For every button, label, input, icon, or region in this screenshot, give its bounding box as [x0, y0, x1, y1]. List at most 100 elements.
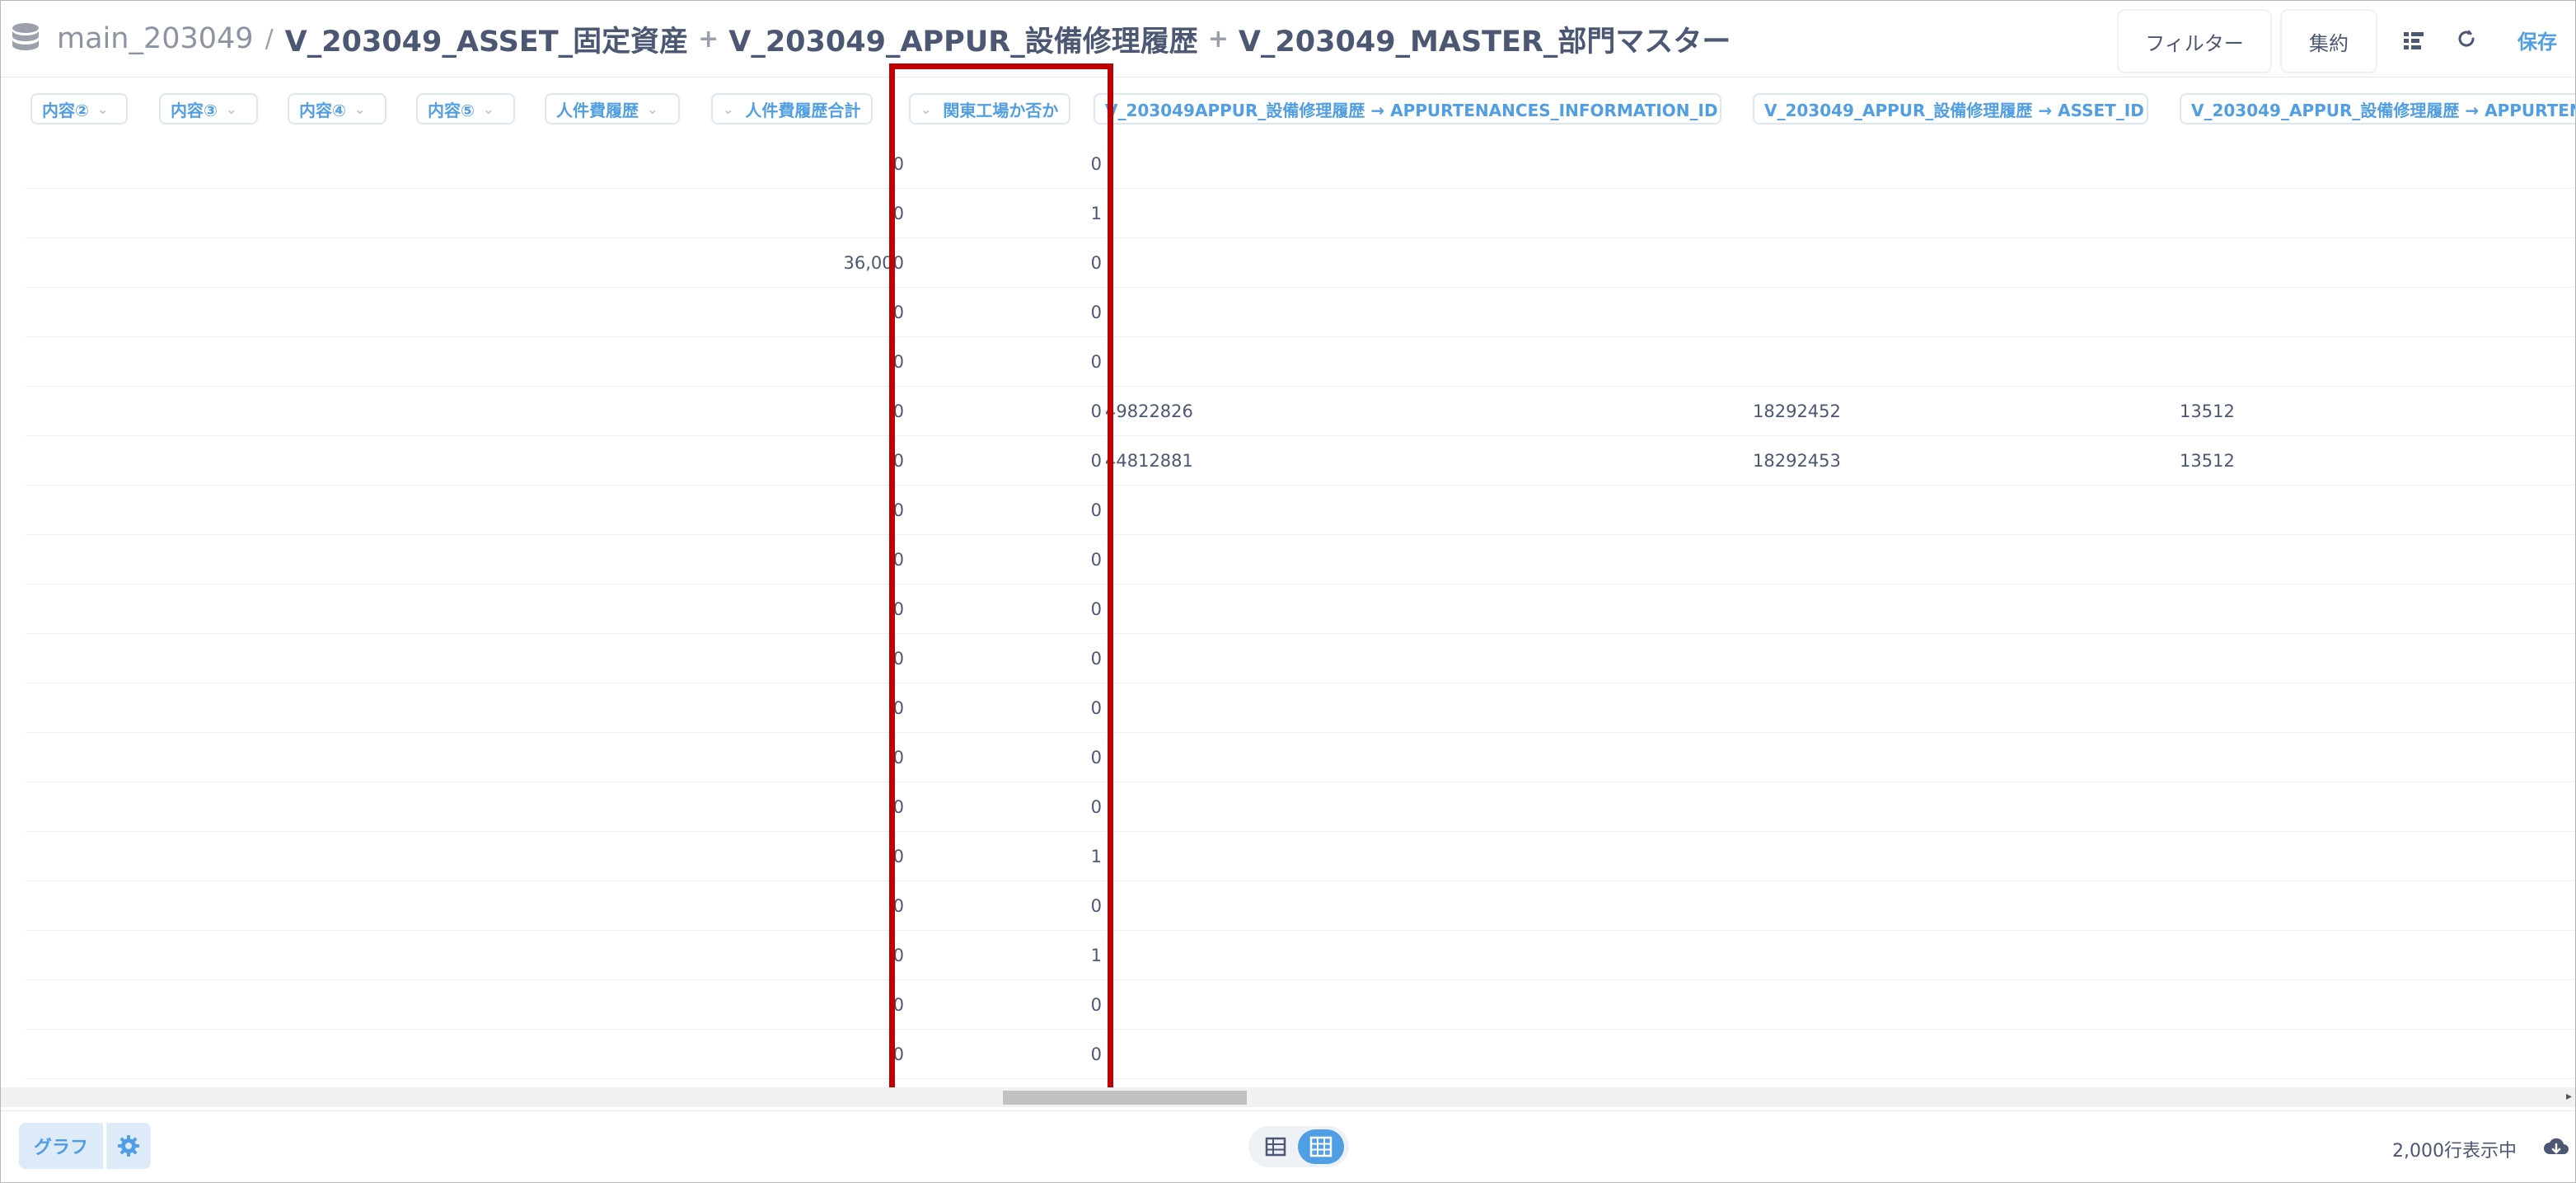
- summarize-button[interactable]: 集約: [2280, 9, 2377, 73]
- table-row: 0 1: [26, 832, 2575, 881]
- column-header[interactable]: V_203049_APPUR_設備修理履歴 → ASSET_ID⌄: [1753, 93, 2148, 124]
- table-icon[interactable]: [1257, 1131, 1295, 1162]
- chevron-down-icon: ⌄: [96, 101, 109, 117]
- cell-labor-cost-total[interactable]: 36,000: [808, 238, 904, 288]
- cell-kanto-factory[interactable]: 1: [1072, 931, 1102, 980]
- column-header-label: V_203049_APPUR_設備修理履歴 → ASSET_ID: [1764, 100, 2144, 120]
- scrollbar-thumb[interactable]: [1003, 1091, 1247, 1105]
- table-row: 0 0: [26, 980, 2575, 1030]
- cell-labor-cost-total[interactable]: 0: [808, 288, 904, 337]
- cell-asset-id[interactable]: 18292452: [1753, 387, 1841, 436]
- database-name-link[interactable]: main_203049: [57, 22, 254, 55]
- save-button[interactable]: 保存: [2517, 26, 2557, 54]
- cell-kanto-factory[interactable]: 0: [1072, 782, 1102, 832]
- column-header[interactable]: V_203049_APPUR_設備修理履歴 → APPURTENAN: [2180, 93, 2575, 124]
- table-name-appur[interactable]: V_203049_APPUR_設備修理履歴: [728, 18, 1197, 60]
- cell-asset-id[interactable]: 18292453: [1753, 436, 1841, 486]
- cell-labor-cost-total[interactable]: 0: [808, 486, 904, 535]
- breadcrumb-separator: /: [265, 24, 274, 54]
- chevron-down-icon: ⌄: [920, 101, 932, 117]
- table-name-asset[interactable]: V_203049_ASSET_固定資産: [285, 18, 688, 60]
- cell-labor-cost-total[interactable]: 0: [808, 782, 904, 832]
- query-builder-window: main_203049 / V_203049_ASSET_固定資産 + V_20…: [0, 0, 2576, 1183]
- table-row: 0 0: [26, 634, 2575, 683]
- cell-kanto-factory[interactable]: 0: [1072, 733, 1102, 782]
- table-row: 0 0: [26, 1030, 2575, 1079]
- cell-labor-cost-total[interactable]: 0: [808, 832, 904, 881]
- table-name-master[interactable]: V_203049_MASTER_部門マスター: [1239, 18, 1731, 60]
- view-toggle: [1248, 1126, 1349, 1167]
- column-header[interactable]: 人件費履歴 ⌄: [545, 93, 680, 124]
- cell-labor-cost-total[interactable]: 0: [808, 1030, 904, 1079]
- table-row: 0 0: [26, 535, 2575, 584]
- footer-bar: グラフ 2,000行表示中: [1, 1110, 2575, 1182]
- horizontal-scrollbar[interactable]: ▸: [1, 1087, 2575, 1107]
- cell-kanto-factory[interactable]: 1: [1072, 189, 1102, 238]
- table-row: 0 0: [26, 782, 2575, 832]
- refresh-icon[interactable]: [2450, 22, 2483, 55]
- table-row: 0 0 49822826 18292452 13512: [26, 387, 2575, 436]
- table-row: 0 0: [26, 337, 2575, 387]
- cell-kanto-factory[interactable]: 0: [1072, 288, 1102, 337]
- column-header-label: 内容③: [171, 100, 218, 120]
- column-header[interactable]: ⌄ 人件費履歴合計: [711, 93, 873, 124]
- cell-labor-cost-total[interactable]: 0: [808, 337, 904, 387]
- cell-kanto-factory[interactable]: 0: [1072, 535, 1102, 584]
- cell-kanto-factory[interactable]: 0: [1072, 139, 1102, 189]
- cell-kanto-factory[interactable]: 1: [1072, 832, 1102, 881]
- join-symbol: +: [1207, 24, 1229, 54]
- table-row: 0 0: [26, 288, 2575, 337]
- cell-kanto-factory[interactable]: 0: [1072, 337, 1102, 387]
- cell-kanto-factory[interactable]: 0: [1072, 1030, 1102, 1079]
- cell-labor-cost-total[interactable]: 0: [808, 535, 904, 584]
- row-count-label: 2,000行表示中: [2392, 1141, 2517, 1162]
- column-header-label: 関東工場か否か: [943, 100, 1059, 120]
- column-header-label: V_203049APPUR_設備修理履歴 → APPURTENANCES_INF…: [1105, 100, 1718, 120]
- cell-labor-cost-total[interactable]: 0: [808, 436, 904, 486]
- cell-labor-cost-total[interactable]: 0: [808, 881, 904, 931]
- cell-labor-cost-total[interactable]: 0: [808, 980, 904, 1030]
- cell-kanto-factory[interactable]: 0: [1072, 584, 1102, 634]
- column-header-label: 内容②: [42, 100, 89, 120]
- column-header[interactable]: ⌄ 関東工場か否か: [909, 93, 1070, 124]
- cell-labor-cost-total[interactable]: 0: [808, 387, 904, 436]
- cell-kanto-factory[interactable]: 0: [1072, 238, 1102, 288]
- column-header[interactable]: 内容③ ⌄: [159, 93, 258, 124]
- column-header[interactable]: 内容② ⌄: [30, 93, 128, 124]
- scroll-right-arrow-icon[interactable]: ▸: [2566, 1090, 2572, 1103]
- cell-appurtenances-id[interactable]: 49822826: [1105, 387, 1193, 436]
- grid-icon[interactable]: [1298, 1129, 1344, 1164]
- cell-kanto-factory[interactable]: 0: [1072, 683, 1102, 733]
- column-header-label: 内容④: [299, 100, 346, 120]
- cell-kanto-factory[interactable]: 0: [1072, 634, 1102, 683]
- filter-button[interactable]: フィルター: [2117, 9, 2272, 73]
- cell-kanto-factory[interactable]: 0: [1072, 980, 1102, 1030]
- cell-kanto-factory[interactable]: 0: [1072, 486, 1102, 535]
- cell-labor-cost-total[interactable]: 0: [808, 189, 904, 238]
- cell-kanto-factory[interactable]: 0: [1072, 881, 1102, 931]
- cell-labor-cost-total[interactable]: 0: [808, 733, 904, 782]
- cell-kanto-factory[interactable]: 0: [1072, 436, 1102, 486]
- column-header[interactable]: 内容④ ⌄: [288, 93, 386, 124]
- table-row: 0 0: [26, 584, 2575, 634]
- list-settings-icon[interactable]: [2397, 24, 2430, 57]
- results-table: 0 0 0 1 36,000 0 0 0 0 0 0 0 49822826 18…: [1, 139, 2575, 1079]
- chevron-down-icon: ⌄: [354, 101, 366, 117]
- gear-icon[interactable]: [106, 1123, 151, 1169]
- cell-kanto-factory[interactable]: 0: [1072, 387, 1102, 436]
- cell-labor-cost-total[interactable]: 0: [808, 584, 904, 634]
- cell-labor-cost-total[interactable]: 0: [808, 139, 904, 189]
- cell-appurtenance[interactable]: 13512: [2180, 436, 2235, 486]
- column-header[interactable]: 内容⑤ ⌄: [416, 93, 515, 124]
- cell-labor-cost-total[interactable]: 0: [808, 634, 904, 683]
- cell-labor-cost-total[interactable]: 0: [808, 931, 904, 980]
- cell-labor-cost-total[interactable]: 0: [808, 683, 904, 733]
- cell-appurtenances-id[interactable]: 44812881: [1105, 436, 1193, 486]
- table-row: 0 0: [26, 139, 2575, 189]
- table-row: 0 1: [26, 189, 2575, 238]
- column-header[interactable]: V_203049APPUR_設備修理履歴 → APPURTENANCES_INF…: [1094, 93, 1721, 124]
- cell-appurtenance[interactable]: 13512: [2180, 387, 2235, 436]
- table-row: 0 0: [26, 733, 2575, 782]
- visualization-button[interactable]: グラフ: [19, 1123, 103, 1169]
- download-icon[interactable]: [2542, 1134, 2570, 1161]
